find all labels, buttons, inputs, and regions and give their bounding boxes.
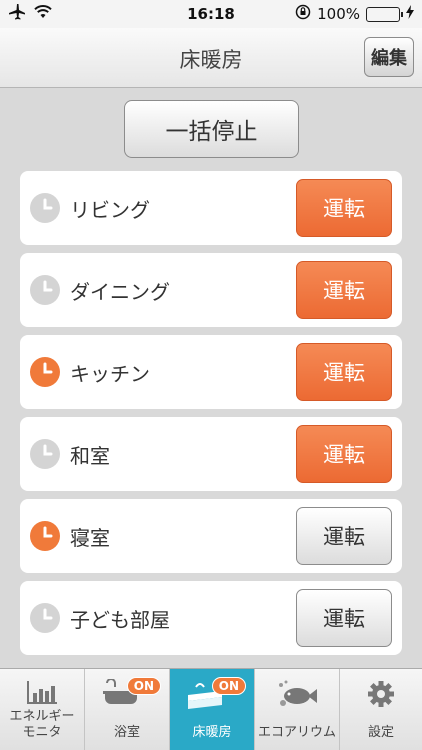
tab-label: 浴室 (113, 725, 140, 740)
status-right: 100% (295, 4, 414, 24)
tab-floor-heating[interactable]: ON 床暖房 (170, 669, 255, 750)
fish-icon (275, 679, 319, 711)
run-button[interactable]: 運転 (296, 261, 392, 319)
edit-button[interactable]: 編集 (364, 37, 414, 77)
run-button[interactable]: 運転 (296, 179, 392, 237)
nav-bar: 床暖房 編集 (0, 28, 422, 88)
status-bar: 16:18 100% (0, 0, 422, 28)
timer-clock-icon[interactable] (30, 193, 60, 223)
tab-ecoarium[interactable]: エコアリウム (255, 669, 340, 750)
battery-percent: 100% (317, 5, 360, 23)
room-row-kitchen: キッチン 運転 (20, 335, 402, 409)
wifi-icon (34, 5, 52, 23)
gear-icon (366, 679, 396, 713)
orientation-lock-icon (295, 4, 311, 24)
room-row-living: リビング 運転 (20, 171, 402, 245)
charging-icon (406, 5, 414, 23)
on-badge: ON (126, 677, 161, 695)
run-button[interactable]: 運転 (296, 425, 392, 483)
stop-all-button[interactable]: 一括停止 (124, 100, 299, 158)
timer-clock-icon[interactable] (30, 521, 60, 551)
tab-label: エネルギー モニタ (9, 709, 75, 740)
tab-bar: エネルギー モニタ ON 浴室 ON 床暖房 エコアリウム 設定 (0, 668, 422, 750)
on-badge: ON (211, 677, 246, 695)
timer-clock-icon[interactable] (30, 603, 60, 633)
run-button[interactable]: 運転 (296, 507, 392, 565)
tab-settings[interactable]: 設定 (340, 669, 422, 750)
run-button[interactable]: 運転 (296, 589, 392, 647)
timer-clock-icon[interactable] (30, 357, 60, 387)
tab-label: エコアリウム (257, 725, 336, 740)
tab-label: 設定 (367, 725, 394, 740)
battery-icon (366, 6, 403, 22)
timer-clock-icon[interactable] (30, 275, 60, 305)
tab-bathroom[interactable]: ON 浴室 (85, 669, 170, 750)
timer-clock-icon[interactable] (30, 439, 60, 469)
room-row-japanese-room: 和室 運転 (20, 417, 402, 491)
room-list: リビング 運転 ダイニング 運転 キッチン 運転 和室 運転 寝室 運転 子ども… (20, 171, 402, 663)
room-row-dining: ダイニング 運転 (20, 253, 402, 327)
room-row-bedroom: 寝室 運転 (20, 499, 402, 573)
bar-chart-icon (25, 679, 59, 709)
room-row-kids-room: 子ども部屋 運転 (20, 581, 402, 655)
page-title: 床暖房 (179, 48, 243, 72)
airplane-icon (8, 4, 26, 24)
status-left (8, 4, 52, 24)
tab-label: 床暖房 (192, 725, 232, 740)
run-button[interactable]: 運転 (296, 343, 392, 401)
tab-energy-monitor[interactable]: エネルギー モニタ (0, 669, 85, 750)
